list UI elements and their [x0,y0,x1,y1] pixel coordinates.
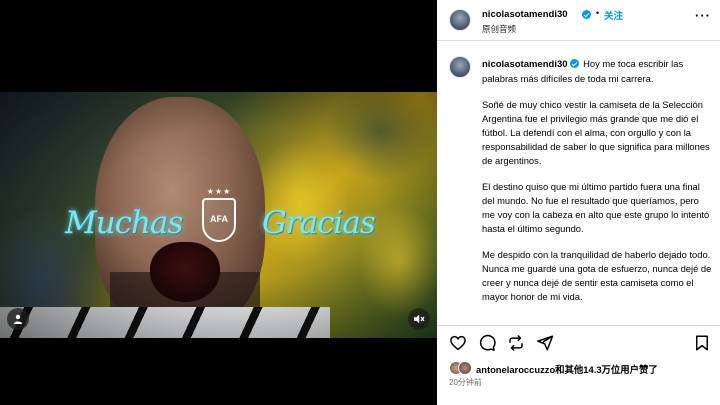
comment-icon[interactable] [478,334,496,352]
overlay-text-right: Gracias [262,205,376,241]
action-bar [437,325,720,357]
caption-paragraph-3: El destino quiso que mi último partido f… [482,181,710,234]
caption-paragraph-2: Soñé de muy chico vestir la camiseta de … [482,99,710,166]
verified-badge-icon [582,10,591,19]
audio-label[interactable]: 原创音频 [482,23,516,35]
caption-section: nicolasotamendi30 Hoy me toca escribir l… [437,42,720,324]
afa-shield: AFA [202,198,236,242]
overlay-text-left: Muchas [65,205,183,241]
badge-text: AFA [210,214,228,224]
caption-paragraph-4: Me despido con la tranquilidad de haberl… [482,249,712,302]
caption-body: nicolasotamendi30 Hoy me toca escribir l… [482,57,714,316]
verified-badge-icon [569,59,579,68]
likes-text[interactable]: antonelaroccuzzo和其他14.3万位用户赞了 [476,362,658,376]
heart-icon[interactable] [449,334,467,352]
caption-avatar[interactable] [449,56,471,78]
badge-stars: ★★★ [206,187,232,196]
repost-icon[interactable] [507,334,525,352]
share-icon[interactable] [536,334,554,352]
media-pane: Muchas ★★★ AFA Gracias [0,0,437,405]
author-avatar[interactable] [449,9,471,31]
author-username[interactable]: nicolasotamendi30 [482,9,568,20]
post-header: nicolasotamendi30 • 关注 原创音频 ··· [437,0,720,41]
liker-avatar [458,361,472,375]
afa-badge: ★★★ AFA [200,187,238,243]
user-tag-icon[interactable] [7,308,29,330]
follow-button[interactable]: 关注 [604,8,623,22]
separator-dot: • [596,8,600,18]
bookmark-icon[interactable] [693,334,711,352]
video-player[interactable]: Muchas ★★★ AFA Gracias [0,92,437,338]
speaker-muted-icon[interactable] [408,308,430,330]
more-options-icon[interactable]: ··· [695,8,711,23]
post-timestamp[interactable]: 20分钟前 [449,377,482,388]
caption-username[interactable]: nicolasotamendi30 [482,59,568,70]
caption-paragraph-1: nicolasotamendi30 Hoy me toca escribir l… [482,57,714,86]
post-panel: nicolasotamendi30 • 关注 原创音频 ··· nicolaso… [437,0,720,405]
